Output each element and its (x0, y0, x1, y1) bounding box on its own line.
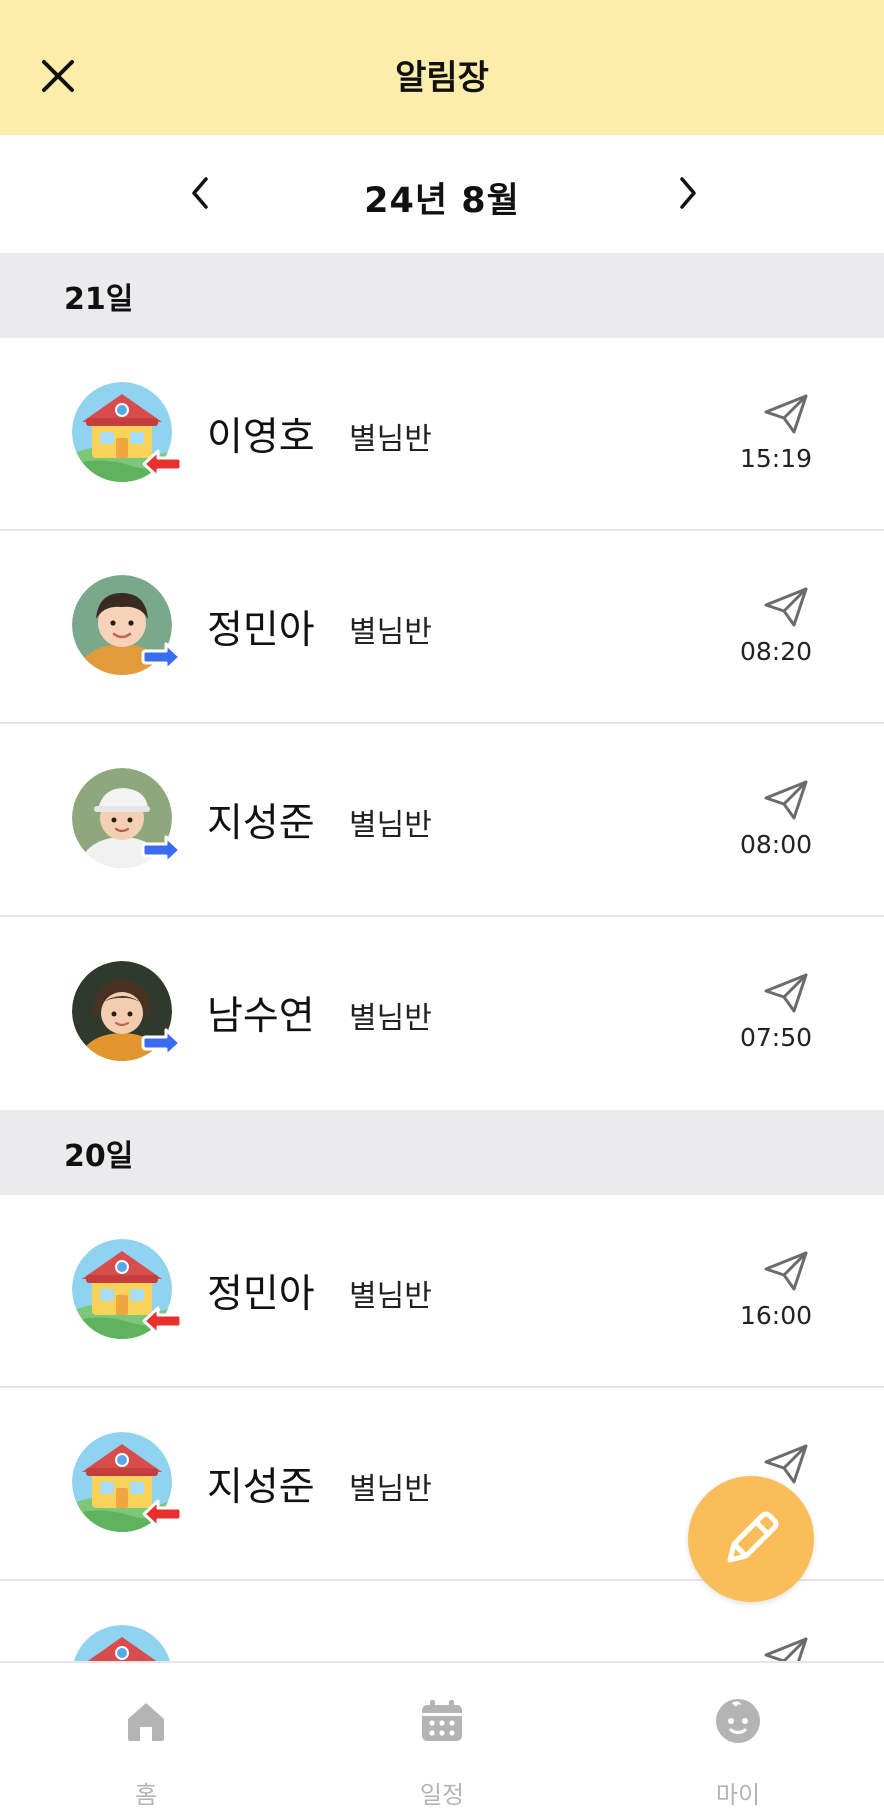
tab-schedule[interactable]: 일정 (362, 1663, 522, 1818)
pencil-icon (727, 1511, 779, 1563)
calendar-icon (422, 1700, 462, 1741)
list-item[interactable]: 이영호 별님반 15:19 (0, 338, 884, 531)
arrow-left-icon (140, 1496, 184, 1532)
notice-list[interactable]: 21일 이영호 별님반 15:19 정민아 별님반 08:20 지성준 별님반 … (0, 253, 884, 1661)
tab-label: 일정 (419, 1781, 465, 1809)
student-name: 지성준 (207, 801, 315, 846)
day-header: 21일 (0, 253, 884, 338)
avatar (72, 1239, 182, 1344)
student-name: 정민아 (207, 1272, 315, 1317)
avatar (72, 961, 182, 1066)
tab-my[interactable]: 마이 (658, 1663, 818, 1818)
avatar (72, 382, 182, 487)
home-icon (128, 1703, 164, 1741)
student-name: 정민아 (207, 608, 315, 653)
tab-label: 마이 (715, 1781, 761, 1809)
class-name: 별님반 (349, 808, 432, 843)
sent-time: 08:20 (739, 637, 812, 666)
tab-label: 홈 (134, 1781, 158, 1809)
tab-home[interactable]: 홈 (66, 1663, 226, 1818)
class-name: 별님반 (349, 1001, 432, 1036)
arrow-left-icon (140, 1303, 184, 1339)
school-building-icon (72, 1625, 172, 1661)
paper-plane-icon (762, 971, 810, 1015)
paper-plane-icon (762, 585, 810, 629)
arrow-right-icon (140, 639, 184, 675)
sent-time: 16:00 (739, 1301, 812, 1330)
day-header: 20일 (0, 1110, 884, 1195)
paper-plane-icon (762, 1249, 810, 1293)
class-name: 별님반 (349, 1472, 432, 1507)
student-name: 지성준 (207, 1465, 315, 1510)
list-item[interactable]: 정민아 별님반 16:00 (0, 1195, 884, 1388)
list-item[interactable]: 지성준 별님반 08:00 (0, 724, 884, 917)
sent-time: 08:00 (739, 830, 812, 859)
class-name: 별님반 (349, 1279, 432, 1314)
page-title: 알림장 (395, 58, 489, 98)
list-item[interactable]: 남수연 별님반 07:50 (0, 917, 884, 1110)
sent-time: 07:50 (739, 1023, 812, 1052)
avatar (72, 768, 182, 873)
class-name: 별님반 (349, 615, 432, 650)
arrow-right-icon (140, 832, 184, 868)
bottom-tab-bar: 홈 일정 마이 (0, 1661, 884, 1818)
paper-plane-icon (762, 778, 810, 822)
write-notice-button[interactable] (688, 1476, 814, 1602)
baby-face-icon (716, 1699, 760, 1743)
student-name: 남수연 (207, 994, 315, 1039)
month-label: 24년 8월 (364, 181, 520, 221)
month-navigator: 24년 8월 (0, 135, 884, 253)
avatar (72, 1432, 182, 1537)
paper-plane-icon (762, 392, 810, 436)
sent-time: 15:19 (739, 444, 812, 473)
list-item[interactable]: 정민아 별님반 08:20 (0, 531, 884, 724)
class-name: 별님반 (349, 422, 432, 457)
arrow-right-icon (140, 1025, 184, 1061)
arrow-left-icon (140, 446, 184, 482)
paper-plane-icon (762, 1635, 810, 1661)
avatar (72, 575, 182, 680)
app-header: 알림장 (0, 0, 884, 135)
chevron-right-icon (680, 177, 696, 209)
student-name: 이영호 (207, 415, 315, 460)
next-month-button[interactable] (660, 163, 716, 223)
avatar (72, 1625, 182, 1661)
